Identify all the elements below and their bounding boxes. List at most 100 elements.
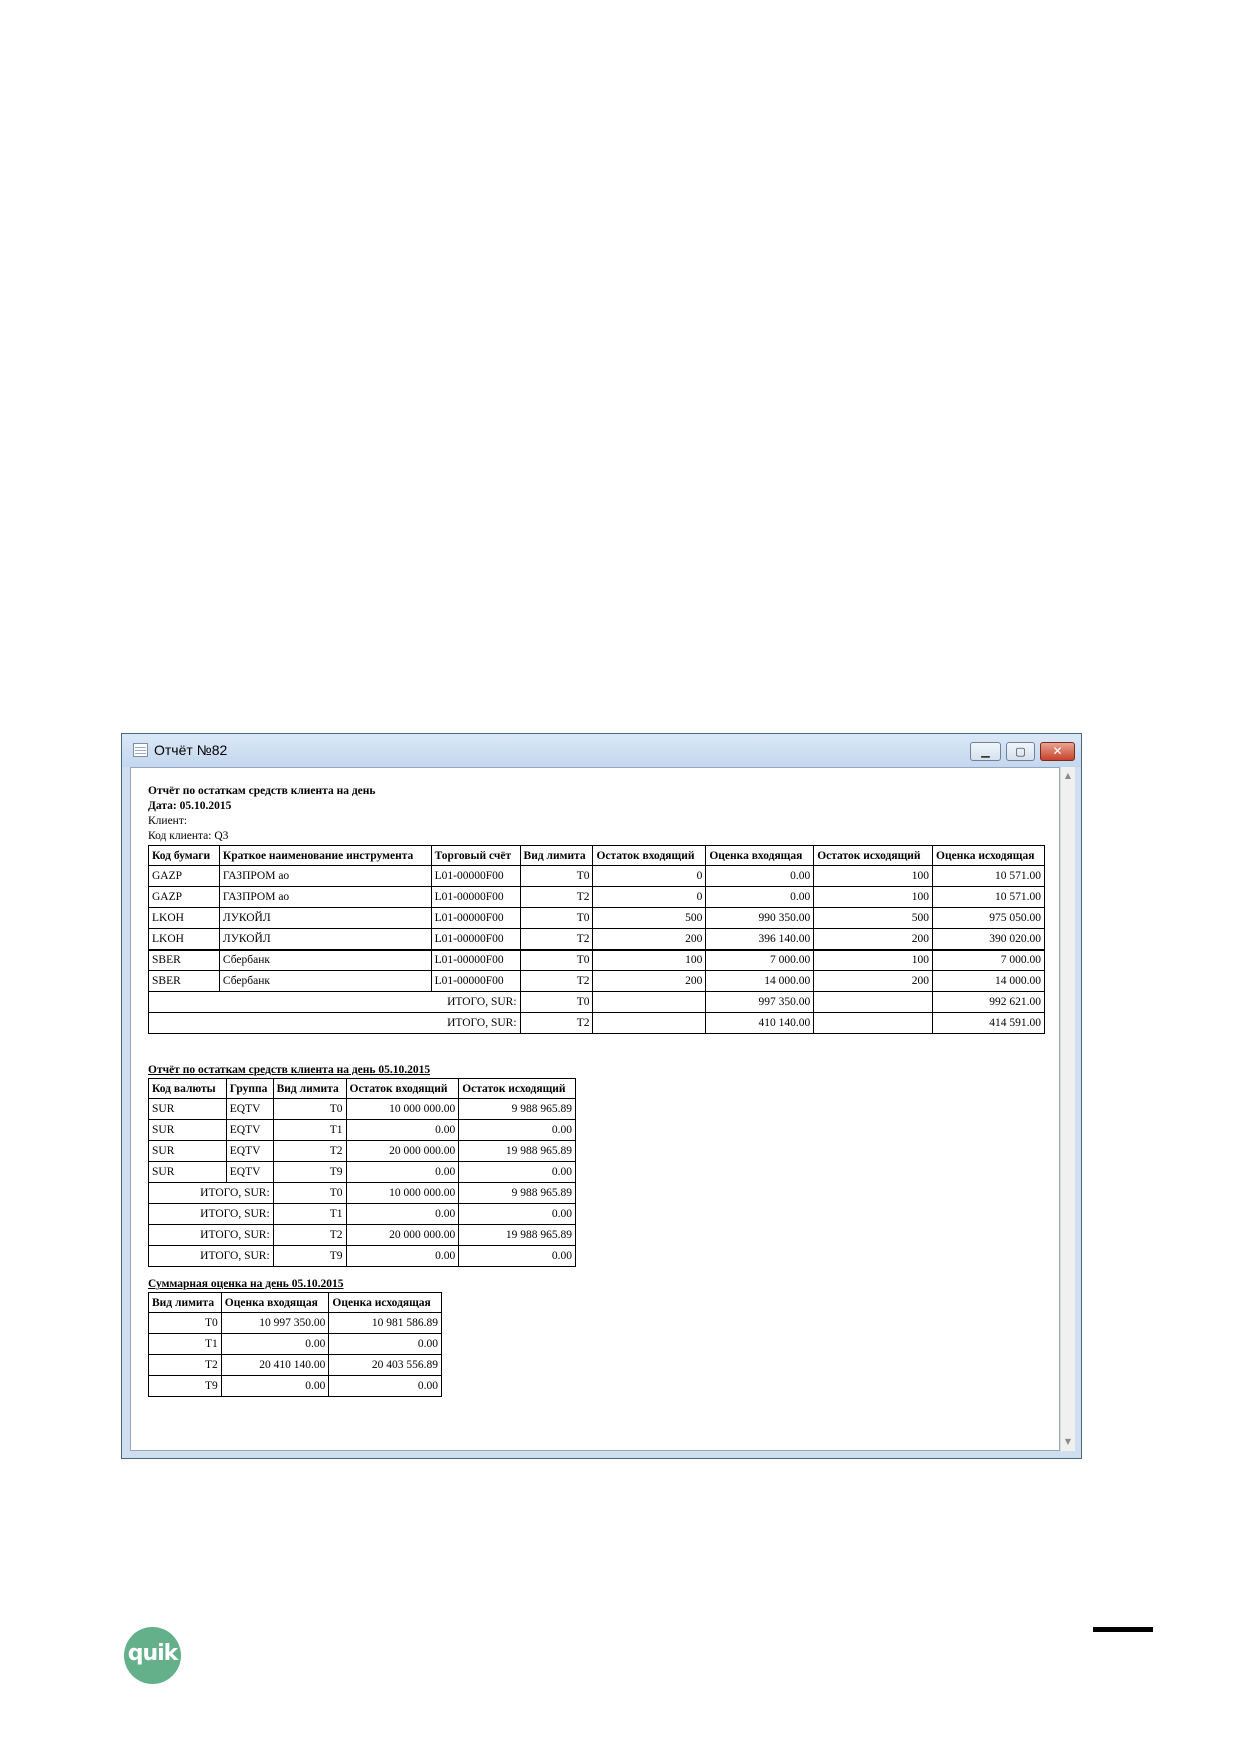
table-cell: 0.00 <box>328 1333 442 1355</box>
table-cell: 7 000.00 <box>932 948 1045 971</box>
table-cell: SBER <box>148 948 220 971</box>
table-cell: T0 <box>272 1182 347 1204</box>
table-cell: 0.00 <box>220 1333 330 1355</box>
column-header: Оценка исходящая <box>932 845 1045 866</box>
table-row: SUR EQTV T1 0.00 0.00 <box>148 1119 576 1141</box>
table-cell <box>813 991 934 1013</box>
table-row: LKOH ЛУКОЙЛ L01-00000F00 T2 200 396 140.00 200… <box>148 928 1045 950</box>
close-button[interactable]: ✕ <box>1040 742 1075 761</box>
table-row: GAZP ГАЗПРОМ ао L01-00000F00 T2 0 0.00 100 10 5… <box>148 886 1045 908</box>
table-cell: 19 988 965.89 <box>458 1224 576 1246</box>
column-header: Остаток входящий <box>345 1078 460 1099</box>
table-cell: ИТОГО, SUR: <box>148 1224 274 1246</box>
table-cell: L01-00000F00 <box>430 886 521 908</box>
table-cell: SUR <box>148 1161 227 1183</box>
table-cell: T0 <box>272 1098 347 1120</box>
column-header: Торговый счёт <box>430 845 521 866</box>
column-header: Остаток входящий <box>592 845 707 866</box>
cash-table: Код валюты Группа Вид лимита Остаток входящ… <box>148 1078 576 1267</box>
table-row: SUR EQTV T0 10 000 000.00 9 988 965.89 <box>148 1098 576 1120</box>
table-cell: 396 140.00 <box>705 928 815 950</box>
window-title: Отчёт №82 <box>154 742 228 758</box>
table-cell: 0.00 <box>345 1203 460 1225</box>
table-cell: T9 <box>272 1161 347 1183</box>
table-cell: 9 988 965.89 <box>458 1182 576 1204</box>
table-header-row: Вид лимита Оценка входящая Оценка исходяща… <box>148 1292 442 1313</box>
column-header: Остаток исходящий <box>458 1078 576 1099</box>
table-cell: 997 350.00 <box>705 991 815 1013</box>
table-row: GAZP ГАЗПРОМ ао L01-00000F00 T0 0 0.00 100 10 5… <box>148 865 1045 887</box>
column-header: Код бумаги <box>148 845 220 866</box>
table-cell: T0 <box>519 948 594 971</box>
table-cell <box>592 991 707 1013</box>
table-row: LKOH ЛУКОЙЛ L01-00000F00 T0 500 990 350.00 500… <box>148 907 1045 929</box>
table-cell: T2 <box>519 970 594 992</box>
table-cell: 14 000.00 <box>705 970 815 992</box>
table-cell: 0 <box>592 865 707 887</box>
window-titlebar[interactable]: Отчёт №82 ▁ ▢ ✕ <box>122 734 1081 767</box>
table-header-row: Код бумаги Краткое наименование инструмен… <box>148 845 1045 866</box>
table-cell: T1 <box>148 1333 222 1355</box>
maximize-button[interactable]: ▢ <box>1006 742 1035 761</box>
table-cell: SBER <box>148 970 220 992</box>
summary-table: Вид лимита Оценка входящая Оценка исходяща… <box>148 1292 442 1397</box>
column-header: Вид лимита <box>272 1078 347 1099</box>
table-cell: 20 000 000.00 <box>345 1140 460 1162</box>
table-cell: T0 <box>519 991 594 1013</box>
table-cell: T0 <box>148 1312 222 1334</box>
table-cell: 7 000.00 <box>705 948 815 971</box>
table-cell: 14 000.00 <box>932 970 1045 992</box>
table-cell: ИТОГО, SUR: <box>148 1182 274 1204</box>
report-content: Отчёт по остаткам средств клиента на ден… <box>148 784 1045 1397</box>
table-cell: 20 410 140.00 <box>220 1354 330 1376</box>
table-row: SUR EQTV T2 20 000 000.00 19 988 965.89 <box>148 1140 576 1162</box>
table-cell: 990 350.00 <box>705 907 815 929</box>
table-cell: T1 <box>272 1119 347 1141</box>
table-cell: EQTV <box>225 1098 274 1120</box>
table-cell: 19 988 965.89 <box>458 1140 576 1162</box>
table-row: T1 0.00 0.00 <box>148 1333 442 1355</box>
table-cell: T2 <box>272 1140 347 1162</box>
table-cell: 414 591.00 <box>932 1012 1045 1034</box>
table-cell: SUR <box>148 1140 227 1162</box>
table-cell: 100 <box>813 948 934 971</box>
table-cell: ИТОГО, SUR: <box>148 1203 274 1225</box>
table-cell: 0.00 <box>458 1245 576 1267</box>
table-cell: 0.00 <box>328 1375 442 1397</box>
table-cell: ЛУКОЙЛ <box>218 928 432 950</box>
table-cell: 0.00 <box>458 1203 576 1225</box>
table-cell: 500 <box>813 907 934 929</box>
minimize-button[interactable]: ▁ <box>970 742 1001 761</box>
table-cell: EQTV <box>225 1161 274 1183</box>
table-cell: 0.00 <box>345 1161 460 1183</box>
table-row: T9 0.00 0.00 <box>148 1375 442 1397</box>
table-cell: 9 988 965.89 <box>458 1098 576 1120</box>
table-cell: T9 <box>148 1375 222 1397</box>
table-cell: T2 <box>148 1354 222 1376</box>
quik-logo: quik <box>124 1627 181 1684</box>
table-cell: ИТОГО, SUR: <box>148 1012 521 1034</box>
table-cell: ИТОГО, SUR: <box>148 1245 274 1267</box>
table-cell: 10 571.00 <box>932 865 1045 887</box>
vertical-scrollbar[interactable]: ▲ ▼ <box>1060 767 1075 1451</box>
report1-date: Дата: 05.10.2015 <box>148 800 232 812</box>
table-cell: LKOH <box>148 928 220 950</box>
table-cell <box>592 1012 707 1034</box>
table-cell: 200 <box>592 970 707 992</box>
scroll-down-icon[interactable]: ▼ <box>1061 1435 1075 1449</box>
table-cell: 200 <box>592 928 707 950</box>
table-cell: 0.00 <box>705 865 815 887</box>
table-cell: 0.00 <box>345 1245 460 1267</box>
table-header-row: Код валюты Группа Вид лимита Остаток входящ… <box>148 1078 576 1099</box>
column-header: Оценка входящая <box>220 1292 330 1313</box>
table-cell: Сбербанк <box>218 970 432 992</box>
table-cell: 10 000 000.00 <box>345 1182 460 1204</box>
scroll-up-icon[interactable]: ▲ <box>1061 769 1075 783</box>
totals-row: ИТОГО, SUR: T0 10 000 000.00 9 988 965.89 <box>148 1182 576 1204</box>
table-cell: ЛУКОЙЛ <box>218 907 432 929</box>
close-icon: ✕ <box>1052 744 1063 758</box>
totals-row: ИТОГО, SUR: T0 997 350.00 992 621.00 <box>148 991 1045 1013</box>
table-cell: 410 140.00 <box>705 1012 815 1034</box>
table-cell: 0.00 <box>345 1119 460 1141</box>
table-cell: LKOH <box>148 907 220 929</box>
